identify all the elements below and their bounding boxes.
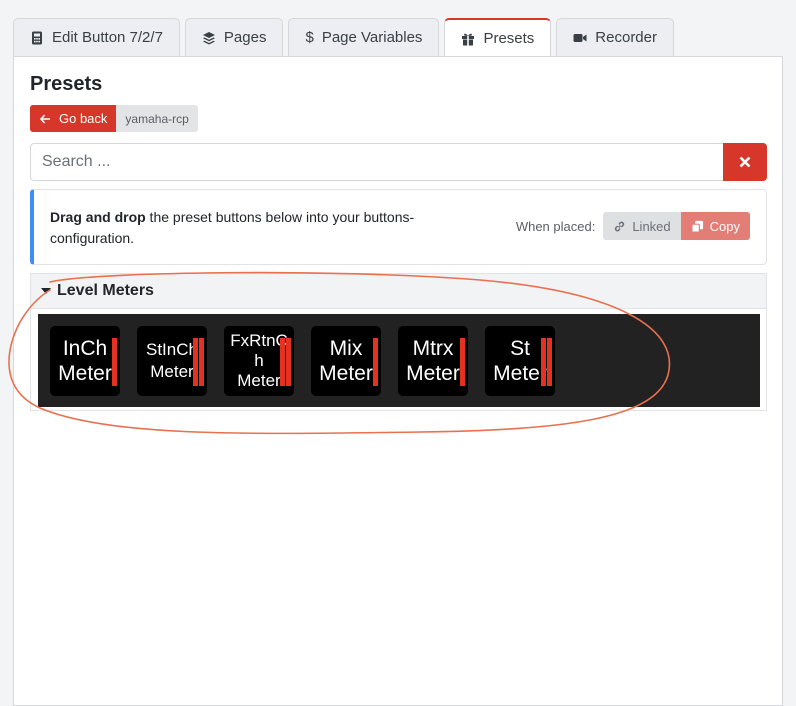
go-back-label: Go back	[59, 111, 108, 126]
tab-presets[interactable]: Presets	[444, 18, 552, 57]
module-name-badge: yamaha-rcp	[116, 105, 198, 132]
preset-stinch-meter[interactable]: StInCh Meter	[137, 326, 207, 396]
presets-panel: Presets Go back yamaha-rcp Drag and drop…	[13, 56, 783, 706]
caret-down-icon	[41, 288, 51, 294]
info-text: Drag and drop the preset buttons below i…	[50, 207, 470, 249]
preset-label-line: Meter	[406, 362, 460, 385]
preset-label-line: Mix	[329, 337, 363, 360]
level-meter-bar	[280, 338, 285, 386]
level-meter-bar	[373, 338, 378, 386]
layers-icon	[202, 31, 215, 44]
preset-inch-meter[interactable]: InCh Meter	[50, 326, 120, 396]
level-meter-bar	[547, 338, 552, 386]
tab-label: Edit Button 7/2/7	[52, 29, 163, 46]
level-meter-bar	[460, 338, 465, 386]
link-icon	[615, 221, 625, 231]
level-meter-bar	[286, 338, 291, 386]
search-bar	[30, 143, 767, 181]
preset-label-line: Meter	[58, 362, 112, 385]
tab-label: Recorder	[595, 29, 657, 46]
calculator-icon	[32, 31, 42, 44]
preset-st-meter[interactable]: St Meter	[485, 326, 555, 396]
linked-label: Linked	[632, 218, 671, 234]
preset-group-title: Level Meters	[57, 282, 154, 299]
tab-label: Page Variables	[321, 29, 423, 46]
drag-drop-info-box: Drag and drop the preset buttons below i…	[30, 189, 767, 265]
search-input[interactable]	[30, 143, 723, 181]
preset-label-line: Meter	[319, 362, 373, 385]
level-meter-bar	[193, 338, 198, 386]
tab-edit-button[interactable]: Edit Button 7/2/7	[13, 18, 180, 56]
level-meter-bar	[541, 338, 546, 386]
gift-icon	[462, 33, 475, 45]
level-meter-bar	[199, 338, 204, 386]
go-back-button[interactable]: Go back	[30, 105, 117, 132]
copy-label: Copy	[709, 218, 740, 234]
preset-group-header[interactable]: Level Meters	[31, 274, 766, 309]
preset-mix-meter[interactable]: Mix Meter	[311, 326, 381, 396]
tab-page-variables[interactable]: $ Page Variables	[288, 18, 440, 56]
preset-button-grid: InCh Meter StInCh Meter FxRtnC h Meter M…	[38, 314, 760, 407]
dollar-icon: $	[305, 29, 314, 46]
arrow-left-icon	[40, 114, 50, 123]
preset-fxrtnch-meter[interactable]: FxRtnC h Meter	[224, 326, 294, 396]
tab-label: Pages	[223, 29, 267, 46]
copy-button[interactable]: Copy	[680, 212, 750, 240]
placement-mode-label: When placed:	[515, 218, 596, 234]
close-icon	[739, 156, 751, 168]
clear-search-button[interactable]	[723, 143, 767, 181]
level-meter-bar	[112, 338, 117, 386]
breadcrumb: Go back yamaha-rcp	[30, 105, 198, 132]
linked-button[interactable]: Linked	[603, 212, 681, 240]
page-title: Presets	[30, 73, 103, 95]
copy-icon	[691, 220, 703, 233]
tab-bar: Edit Button 7/2/7 Pages $ Page Variables…	[13, 18, 674, 57]
tab-recorder[interactable]: Recorder	[556, 18, 674, 56]
preset-label-line: InCh	[62, 337, 108, 360]
video-icon	[573, 33, 587, 42]
info-bold-text: Drag and drop	[50, 209, 146, 225]
preset-group-level-meters: Level Meters InCh Meter StInCh Meter FxR…	[30, 273, 767, 411]
placement-mode-toggle: When placed: Linked Copy	[516, 212, 750, 240]
tab-pages[interactable]: Pages	[184, 18, 284, 56]
preset-label-line: Mtrx	[412, 337, 454, 360]
tab-label: Presets	[483, 30, 535, 47]
preset-mtrx-meter[interactable]: Mtrx Meter	[398, 326, 468, 396]
